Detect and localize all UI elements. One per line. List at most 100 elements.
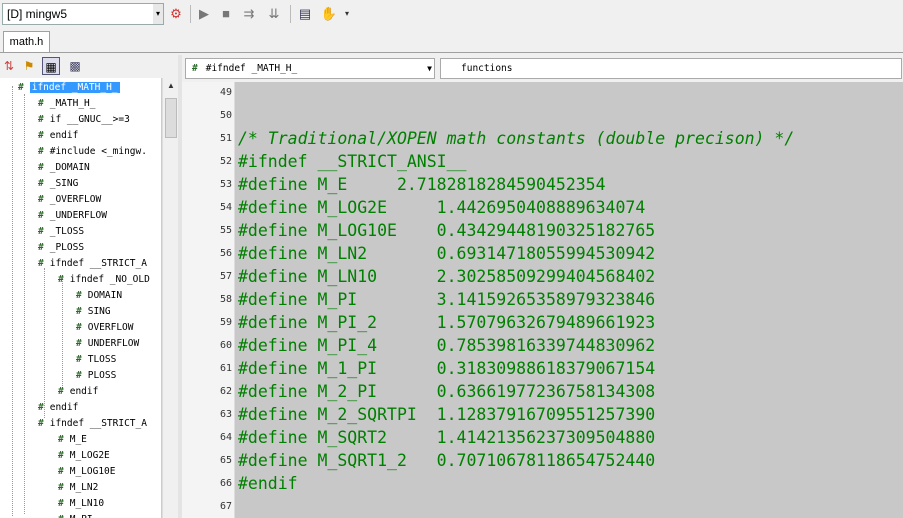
outline-item[interactable]: # _OVERFLOW xyxy=(38,192,101,208)
preprocessor-icon: # xyxy=(58,466,64,477)
outline-item[interactable]: # M_LN2 xyxy=(58,480,98,496)
preprocessor-icon: # xyxy=(38,98,44,109)
compiler-select[interactable]: [D] mingw5 ▾ xyxy=(2,3,164,25)
outline-item[interactable]: # UNDERFLOW xyxy=(76,336,139,352)
outline-item[interactable]: # M_E xyxy=(58,432,87,448)
outline-item[interactable]: # ifndef __STRICT_A xyxy=(38,256,147,272)
outline-item-label: M_LN2 xyxy=(69,482,99,493)
preprocessor-icon: # xyxy=(58,386,64,397)
preprocessor-icon: # xyxy=(38,194,44,205)
outline-scrollbar[interactable]: ▲ xyxy=(162,78,178,518)
chevron-down-icon[interactable]: ▼ xyxy=(427,59,432,78)
tree-guide-line xyxy=(24,94,25,514)
compiler-options-icon[interactable]: ⚙ xyxy=(167,5,185,23)
code-line[interactable]: /* Traditional/XOPEN math constants (dou… xyxy=(238,127,794,150)
outline-item-label: M_LN10 xyxy=(69,498,105,509)
step-over-icon[interactable]: ⇉ xyxy=(240,5,258,23)
code-line[interactable]: #define M_E 2.7182818284590452354 xyxy=(238,173,606,196)
outline-item-label: _UNDERFLOW xyxy=(49,210,107,221)
outline-item[interactable]: # M_LOG2E xyxy=(58,448,110,464)
code-line[interactable]: #define M_1_PI 0.31830988618379067154 xyxy=(238,357,655,380)
outline-item[interactable]: # ifndef _NO_OLD xyxy=(58,272,150,288)
line-number: 59 xyxy=(219,317,232,328)
outline-item[interactable]: # endif xyxy=(38,400,78,416)
sort-icon[interactable]: ⇅ xyxy=(0,57,18,75)
preprocessor-icon: # xyxy=(38,402,44,413)
code-line[interactable]: #define M_2_SQRTPI 1.1283791670955125739… xyxy=(238,403,655,426)
outline-item[interactable]: # ifndef _MATH_H_ xyxy=(18,80,120,96)
line-number: 60 xyxy=(219,340,232,351)
code-line[interactable]: #define M_PI_4 0.78539816339744830962 xyxy=(238,334,655,357)
outline-item[interactable]: # ifndef __STRICT_A xyxy=(38,416,147,432)
preprocessor-icon: # xyxy=(58,514,64,518)
outline-item[interactable]: # _TLOSS xyxy=(38,224,84,240)
outline-item[interactable]: # endif xyxy=(58,384,98,400)
code-line[interactable]: #define M_LN10 2.30258509299404568402 xyxy=(238,265,655,288)
code-line[interactable]: #define M_PI_2 1.57079632679489661923 xyxy=(238,311,655,334)
preprocessor-icon: # xyxy=(38,162,44,173)
code-line[interactable]: #define M_SQRT2 1.41421356237309504880 xyxy=(238,426,655,449)
code-line[interactable]: #define M_LOG2E 1.4426950408889634074 xyxy=(238,196,645,219)
outline-item[interactable]: # M_LN10 xyxy=(58,496,104,512)
outline-item-label: ifndef __STRICT_A xyxy=(49,258,147,269)
line-number: 65 xyxy=(219,455,232,466)
outline-item-label: TLOSS xyxy=(87,354,117,365)
toolbar-separator xyxy=(290,5,291,23)
outline-toolbar: ⇅ ⚑ ▦ ▩ xyxy=(0,55,178,77)
line-number: 56 xyxy=(219,248,232,259)
code-line[interactable]: #endif xyxy=(238,472,298,495)
outline-item[interactable]: # _DOMAIN xyxy=(38,160,90,176)
tab-math-h[interactable]: math.h xyxy=(3,31,50,53)
code-line[interactable]: #define M_PI 3.14159265358979323846 xyxy=(238,288,655,311)
hand-icon[interactable]: ✋ xyxy=(320,5,338,23)
code-line[interactable]: #define M_LOG10E 0.43429448190325182765 xyxy=(238,219,655,242)
scroll-up-icon[interactable]: ▲ xyxy=(163,78,179,94)
code-line[interactable]: #define M_SQRT1_2 0.70710678118654752440 xyxy=(238,449,655,472)
list-view-icon[interactable]: ▦ xyxy=(42,57,60,75)
preprocessor-icon: # xyxy=(38,418,44,429)
outline-item-label: M_LOG2E xyxy=(69,450,110,461)
preprocessor-icon: # xyxy=(38,130,44,141)
outline-item[interactable]: # DOMAIN xyxy=(76,288,122,304)
functions-select[interactable]: functions xyxy=(440,58,902,79)
stop-icon[interactable]: ■ xyxy=(217,5,235,23)
scroll-thumb[interactable] xyxy=(165,98,177,138)
outline-item-label: ifndef _MATH_H_ xyxy=(29,82,120,93)
chevron-down-icon[interactable]: ▾ xyxy=(153,4,163,24)
outline-item[interactable]: # SING xyxy=(76,304,111,320)
outline-item-label: if __GNUC__>=3 xyxy=(49,114,130,125)
filter-icon[interactable]: ⚑ xyxy=(20,57,38,75)
run-icon[interactable]: ▶ xyxy=(195,5,213,23)
outline-item[interactable]: # OVERFLOW xyxy=(76,320,134,336)
tree-guide-line xyxy=(12,86,13,516)
outline-item[interactable]: # endif xyxy=(38,128,78,144)
outline-item-label: #include <_mingw. xyxy=(49,146,147,157)
code-line[interactable]: #ifndef __STRICT_ANSI__ xyxy=(238,150,466,173)
outline-item[interactable]: # _MATH_H_ xyxy=(38,96,96,112)
outline-item[interactable]: # PLOSS xyxy=(76,368,116,384)
outline-item-label: endif xyxy=(69,386,99,397)
outline-item[interactable]: # TLOSS xyxy=(76,352,116,368)
dropdown-arrow-icon[interactable]: ▾ xyxy=(338,5,356,23)
outline-item[interactable]: # #include <_mingw. xyxy=(38,144,147,160)
outline-item[interactable]: # _PLOSS xyxy=(38,240,84,256)
outline-item[interactable]: # M_PI xyxy=(58,512,93,518)
code-line[interactable]: #define M_2_PI 0.63661977236758134308 xyxy=(238,380,655,403)
preprocessor-icon: # xyxy=(38,226,44,237)
outline-item[interactable]: # _SING xyxy=(38,176,78,192)
outline-item[interactable]: # if __GNUC__>=3 xyxy=(38,112,130,128)
outline-item-label: M_E xyxy=(69,434,87,445)
code-editor[interactable]: 49 50 51 52 53 54 55 56 57 58 59 60 61 62 63 64 65 66 67 /… xyxy=(182,82,903,518)
outline-item-label: _OVERFLOW xyxy=(49,194,102,205)
document-icon[interactable]: ▤ xyxy=(296,5,314,23)
scope-select[interactable]: # #ifndef _MATH_H_ ▼ xyxy=(185,58,435,79)
line-number: 64 xyxy=(219,432,232,443)
code-line[interactable]: #define M_LN2 0.69314718055994530942 xyxy=(238,242,655,265)
class-view-icon[interactable]: ▩ xyxy=(66,57,84,75)
outline-item[interactable]: # M_LOG10E xyxy=(58,464,116,480)
outline-item-label: SING xyxy=(87,306,111,317)
outline-item-label: _DOMAIN xyxy=(49,162,90,173)
step-into-icon[interactable]: ⇊ xyxy=(265,5,283,23)
outline-item[interactable]: # _UNDERFLOW xyxy=(38,208,107,224)
line-number: 57 xyxy=(219,271,232,282)
